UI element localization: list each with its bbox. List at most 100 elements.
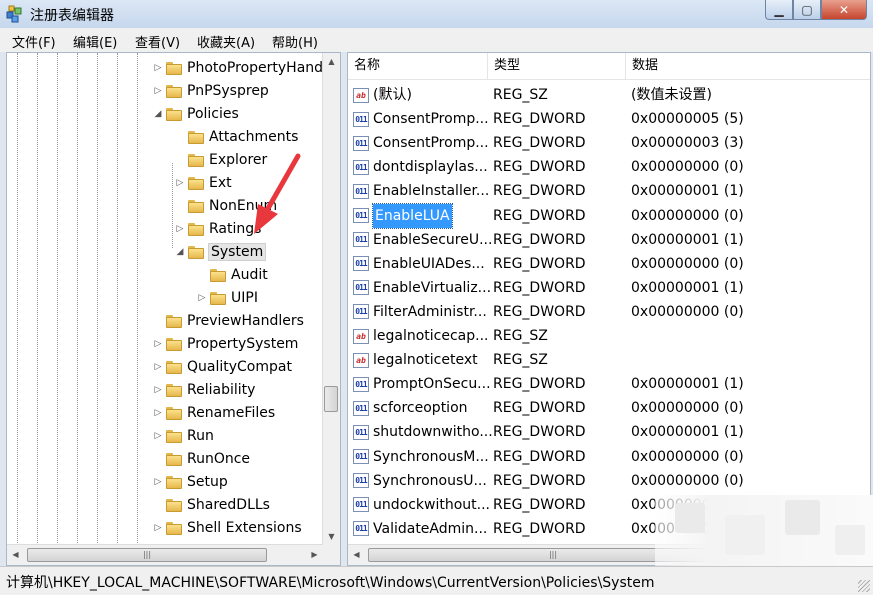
tree-node[interactable]: Attachments	[174, 126, 298, 148]
column-type[interactable]: 类型	[488, 53, 626, 79]
tree-node[interactable]: ▷PropertySystem	[152, 333, 298, 355]
value-type: REG_SZ	[493, 324, 548, 348]
value-type: REG_DWORD	[493, 252, 586, 276]
value-data: (数值未设置)	[631, 83, 712, 107]
tree-node[interactable]: ▷Ext	[174, 172, 232, 194]
expand-arrow-icon[interactable]: ▷	[152, 408, 164, 418]
value-row[interactable]: 011EnableVirtualiz...REG_DWORD0x00000001…	[348, 276, 870, 300]
collapse-arrow-icon[interactable]: ◢	[152, 109, 164, 119]
expand-arrow-icon[interactable]: ▷	[152, 362, 164, 372]
menu-help[interactable]: 帮助(H)	[272, 32, 318, 51]
value-data: 0x00000000 (0)	[631, 204, 744, 228]
folder-icon	[166, 522, 182, 535]
value-row[interactable]: 011dontdisplaylas...REG_DWORD0x00000000 …	[348, 155, 870, 179]
value-type: REG_SZ	[493, 83, 548, 107]
tree-node[interactable]: ▷Ratings	[174, 218, 261, 240]
value-type: REG_DWORD	[493, 179, 586, 203]
value-row[interactable]: 011SynchronousU...REG_DWORD0x00000000 (0…	[348, 469, 870, 493]
value-data: 0x00000005 (5)	[631, 107, 744, 131]
binary-icon: 011	[353, 112, 369, 127]
expand-arrow-icon[interactable]: ▷	[152, 63, 164, 73]
menu-favorites[interactable]: 收藏夹(A)	[197, 32, 255, 51]
value-row[interactable]: 011ConsentPromp...REG_DWORD0x00000005 (5…	[348, 107, 870, 131]
tree-node-label: PnPSysprep	[187, 83, 269, 99]
value-row[interactable]: 011SynchronousM...REG_DWORD0x00000000 (0…	[348, 445, 870, 469]
close-button[interactable]: ✕	[821, 0, 867, 20]
resize-grip-icon[interactable]	[858, 580, 870, 592]
tree-node[interactable]: RunOnce	[152, 448, 250, 470]
value-name-cell: 011EnableSecureU...	[353, 228, 492, 252]
value-name: EnableUIADes...	[373, 252, 485, 276]
tree-node[interactable]: Audit	[196, 264, 268, 286]
scroll-thumb[interactable]	[324, 386, 338, 412]
tree-node-label: SharedDLLs	[187, 497, 270, 513]
tree-node[interactable]: ▷UIPI	[196, 287, 258, 309]
tree-node[interactable]: PreviewHandlers	[152, 310, 304, 332]
folder-icon	[166, 338, 182, 351]
scroll-thumb[interactable]: |||	[27, 548, 267, 562]
tree-node[interactable]: ▷PhotoPropertyHand	[152, 57, 323, 79]
menu-file[interactable]: 文件(F)	[12, 32, 56, 51]
key-tree-pane[interactable]: ▷PhotoPropertyHand▷PnPSysprep◢PoliciesAt…	[6, 52, 341, 566]
tree-vertical-scrollbar[interactable]: ▲ ▼	[322, 53, 340, 545]
value-name: undockwithout...	[373, 493, 490, 517]
tree-node-label: QualityCompat	[187, 359, 292, 375]
ab-icon: ab	[353, 329, 369, 344]
column-name[interactable]: 名称	[348, 53, 488, 79]
tree-node[interactable]: SharedDLLs	[152, 494, 270, 516]
value-row[interactable]: 011EnableUIADes...REG_DWORD0x00000000 (0…	[348, 252, 870, 276]
values-list-pane[interactable]: 名称 类型 数据 ab(默认)REG_SZ(数值未设置)011ConsentPr…	[347, 52, 871, 566]
folder-icon	[166, 407, 182, 420]
expand-arrow-icon[interactable]: ▷	[152, 339, 164, 349]
title-bar[interactable]: 注册表编辑器 ▁ ▢ ✕	[0, 0, 873, 28]
scroll-left-icon[interactable]: ◀	[7, 545, 24, 565]
tree-node[interactable]: ◢Policies	[152, 103, 239, 125]
tree-node[interactable]: ▷Run	[152, 425, 214, 447]
expand-arrow-icon[interactable]: ▷	[152, 431, 164, 441]
menu-view[interactable]: 查看(V)	[135, 32, 180, 51]
expand-arrow-icon[interactable]: ▷	[152, 477, 164, 487]
tree-node[interactable]: ▷ QualityCompat	[152, 356, 292, 378]
value-row[interactable]: 011ConsentPromp...REG_DWORD0x00000003 (3…	[348, 131, 870, 155]
folder-icon	[188, 223, 204, 236]
tree-node[interactable]: ◢System	[174, 241, 265, 263]
scroll-left-icon[interactable]: ◀	[348, 545, 365, 565]
value-row[interactable]: ablegalnoticecap...REG_SZ	[348, 324, 870, 348]
scroll-right-icon[interactable]: ▶	[306, 545, 323, 565]
tree-node[interactable]: ▷RenameFiles	[152, 402, 275, 424]
scroll-up-icon[interactable]: ▲	[323, 53, 340, 70]
tree-node[interactable]: ▷Shell Extensions	[152, 517, 302, 539]
scroll-down-icon[interactable]: ▼	[323, 528, 340, 545]
maximize-button[interactable]: ▢	[793, 0, 821, 20]
expand-arrow-icon[interactable]: ▷	[152, 523, 164, 533]
tree-node[interactable]: ▷Setup	[152, 471, 228, 493]
expand-arrow-icon[interactable]: ▷	[152, 385, 164, 395]
value-row[interactable]: ablegalnoticetextREG_SZ	[348, 348, 870, 372]
value-row[interactable]: 011PromptOnSecu...REG_DWORD0x00000001 (1…	[348, 372, 870, 396]
folder-icon	[188, 131, 204, 144]
value-row[interactable]: ab(默认)REG_SZ(数值未设置)	[348, 83, 870, 107]
expand-arrow-icon[interactable]: ▷	[152, 86, 164, 96]
minimize-button[interactable]: ▁	[765, 0, 793, 20]
binary-icon: 011	[353, 425, 369, 440]
tree-horizontal-scrollbar[interactable]: ◀ ||| ▶	[7, 544, 323, 565]
value-row[interactable]: 011EnableLUAREG_DWORD0x00000000 (0)	[348, 204, 870, 228]
value-type: REG_DWORD	[493, 276, 586, 300]
value-row[interactable]: 011FilterAdministr...REG_DWORD0x00000000…	[348, 300, 870, 324]
value-data: 0x00000000 (0)	[631, 469, 744, 493]
value-row[interactable]: 011shutdownwitho...REG_DWORD0x00000001 (…	[348, 420, 870, 444]
expand-arrow-icon[interactable]: ▷	[196, 293, 208, 303]
value-row[interactable]: 011EnableInstaller...REG_DWORD0x00000001…	[348, 179, 870, 203]
value-data: 0x00000000 (0)	[631, 300, 744, 324]
menu-bar: 文件(F) 编辑(E) 查看(V) 收藏夹(A) 帮助(H)	[0, 28, 873, 53]
tree-node[interactable]: ▷Reliability	[152, 379, 255, 401]
tree-node[interactable]: ▷ PnPSysprep	[152, 80, 269, 102]
collapse-arrow-icon[interactable]: ◢	[174, 247, 186, 257]
menu-edit[interactable]: 编辑(E)	[73, 32, 117, 51]
folder-icon	[166, 85, 182, 98]
value-row[interactable]: 011scforceoptionREG_DWORD0x00000000 (0)	[348, 396, 870, 420]
column-data[interactable]: 数据	[626, 53, 870, 79]
value-row[interactable]: 011EnableSecureU...REG_DWORD0x00000001 (…	[348, 228, 870, 252]
expand-arrow-icon[interactable]: ▷	[174, 178, 186, 188]
expand-arrow-icon[interactable]: ▷	[174, 224, 186, 234]
